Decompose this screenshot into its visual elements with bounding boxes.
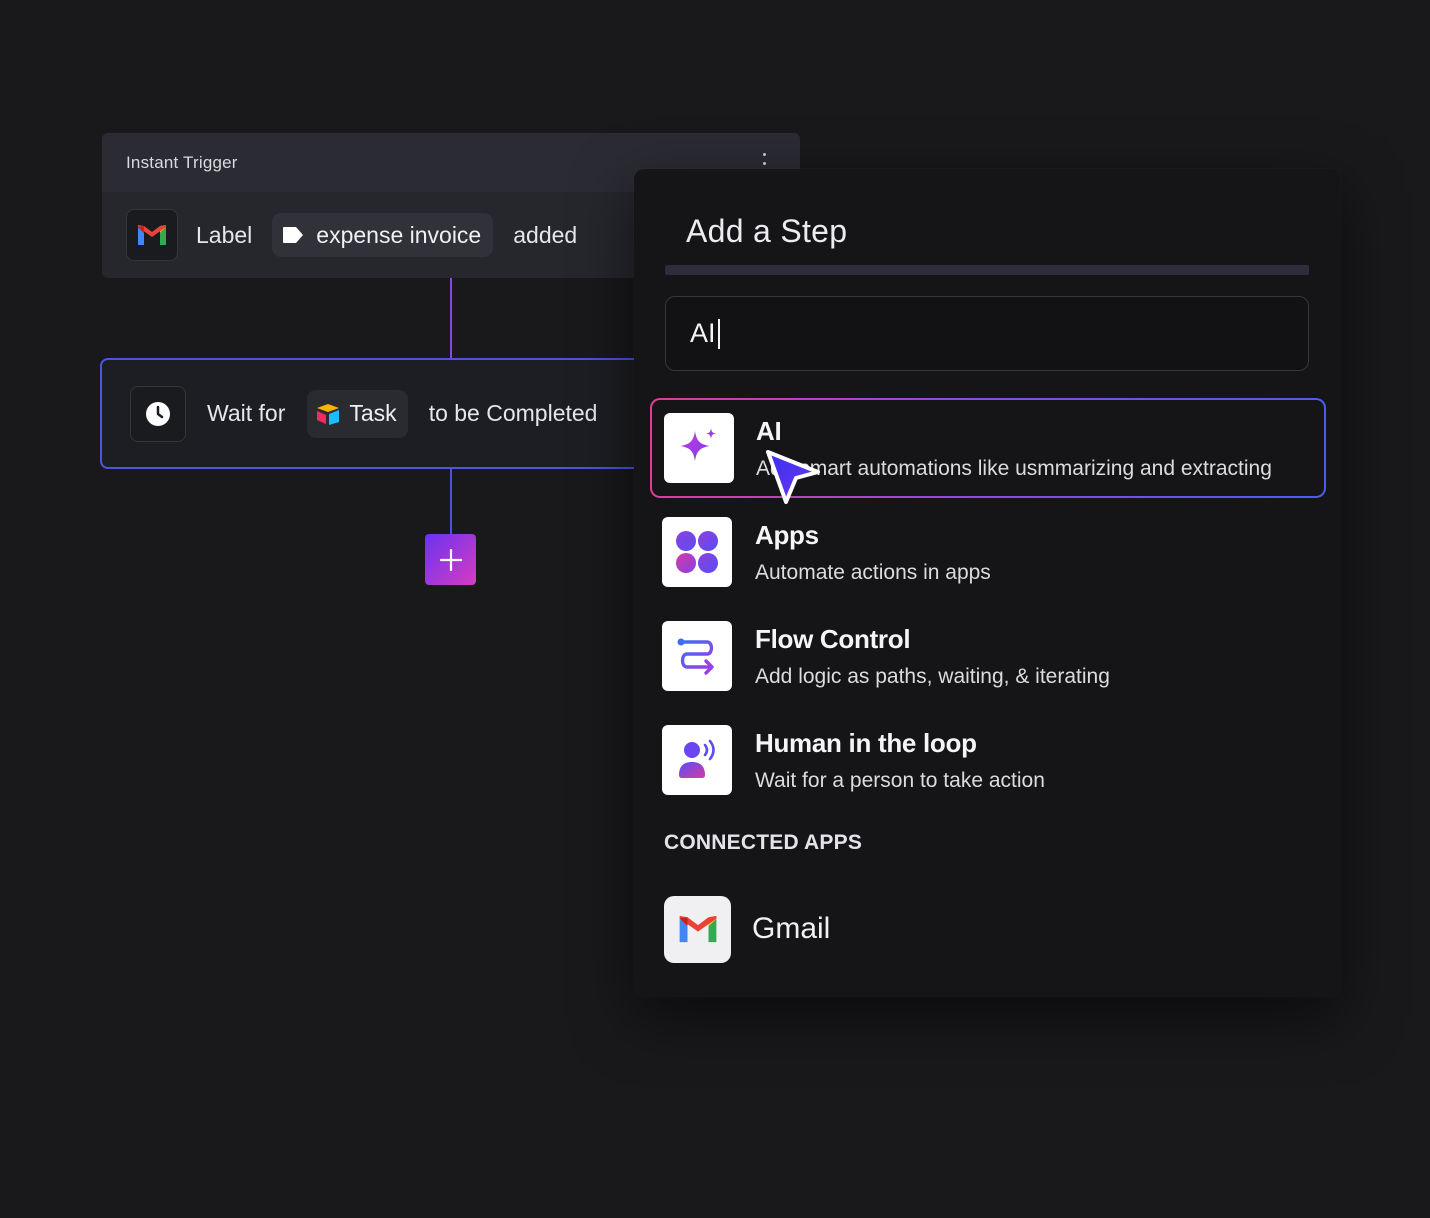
pointer-cursor-icon	[766, 450, 820, 504]
plus-icon	[439, 548, 462, 571]
wait-step-card[interactable]: Wait for Task to be Completed	[100, 358, 720, 469]
connected-apps-heading: CONNECTED APPS	[664, 831, 863, 854]
connected-app-gmail[interactable]: Gmail	[664, 895, 1304, 963]
gmail-icon	[126, 209, 178, 261]
sparkle-icon	[664, 413, 734, 483]
option-description: Add smart automations like usmmarizing a…	[756, 456, 1272, 480]
task-chip[interactable]: Task	[307, 389, 408, 438]
option-apps[interactable]: Apps Automate actions in apps	[650, 502, 1326, 602]
airtable-icon	[317, 403, 340, 425]
add-step-button[interactable]	[425, 534, 476, 585]
text-caret	[717, 318, 720, 349]
flow-route-icon	[662, 621, 732, 691]
label-chip[interactable]: expense invoice	[272, 213, 494, 257]
option-title: Apps	[755, 519, 819, 550]
option-ai[interactable]: AI Add smart automations like usmmarizin…	[650, 398, 1326, 498]
connector-line	[450, 278, 452, 359]
workflow-canvas: Instant Trigger Label expense invoice ad…	[0, 0, 1430, 1218]
search-value: AI	[690, 318, 716, 348]
apps-grid-icon	[662, 517, 732, 587]
tag-icon	[283, 227, 304, 243]
clock-icon	[130, 385, 186, 442]
option-description: Add logic as paths, waiting, & iterating	[755, 664, 1110, 688]
gmail-icon	[664, 895, 731, 963]
option-description: Wait for a person to take action	[755, 768, 1045, 792]
option-flow-control[interactable]: Flow Control Add logic as paths, waiting…	[650, 606, 1326, 706]
option-description: Automate actions in apps	[755, 560, 991, 584]
wait-prefix: Wait for	[207, 400, 286, 426]
connector-line	[450, 468, 452, 534]
wait-suffix: to be Completed	[428, 400, 598, 426]
option-title: Human in the loop	[755, 727, 977, 758]
option-title: AI	[756, 415, 782, 446]
panel-title: Add a Step	[686, 213, 848, 249]
trigger-label-text: Label	[196, 221, 253, 248]
panel-divider	[665, 265, 1309, 275]
label-chip-text: expense invoice	[316, 221, 482, 248]
option-title: Flow Control	[755, 623, 911, 654]
task-chip-text: Task	[349, 400, 397, 426]
trigger-suffix: added	[513, 221, 578, 248]
option-human-in-the-loop[interactable]: Human in the loop Wait for a person to t…	[650, 710, 1326, 810]
person-voice-icon	[662, 725, 732, 795]
connected-app-name: Gmail	[752, 912, 831, 945]
add-step-panel: Add a Step AI AI Add smart automations l…	[634, 169, 1340, 997]
step-search-input[interactable]: AI	[665, 296, 1309, 371]
trigger-title: Instant Trigger	[126, 152, 238, 172]
